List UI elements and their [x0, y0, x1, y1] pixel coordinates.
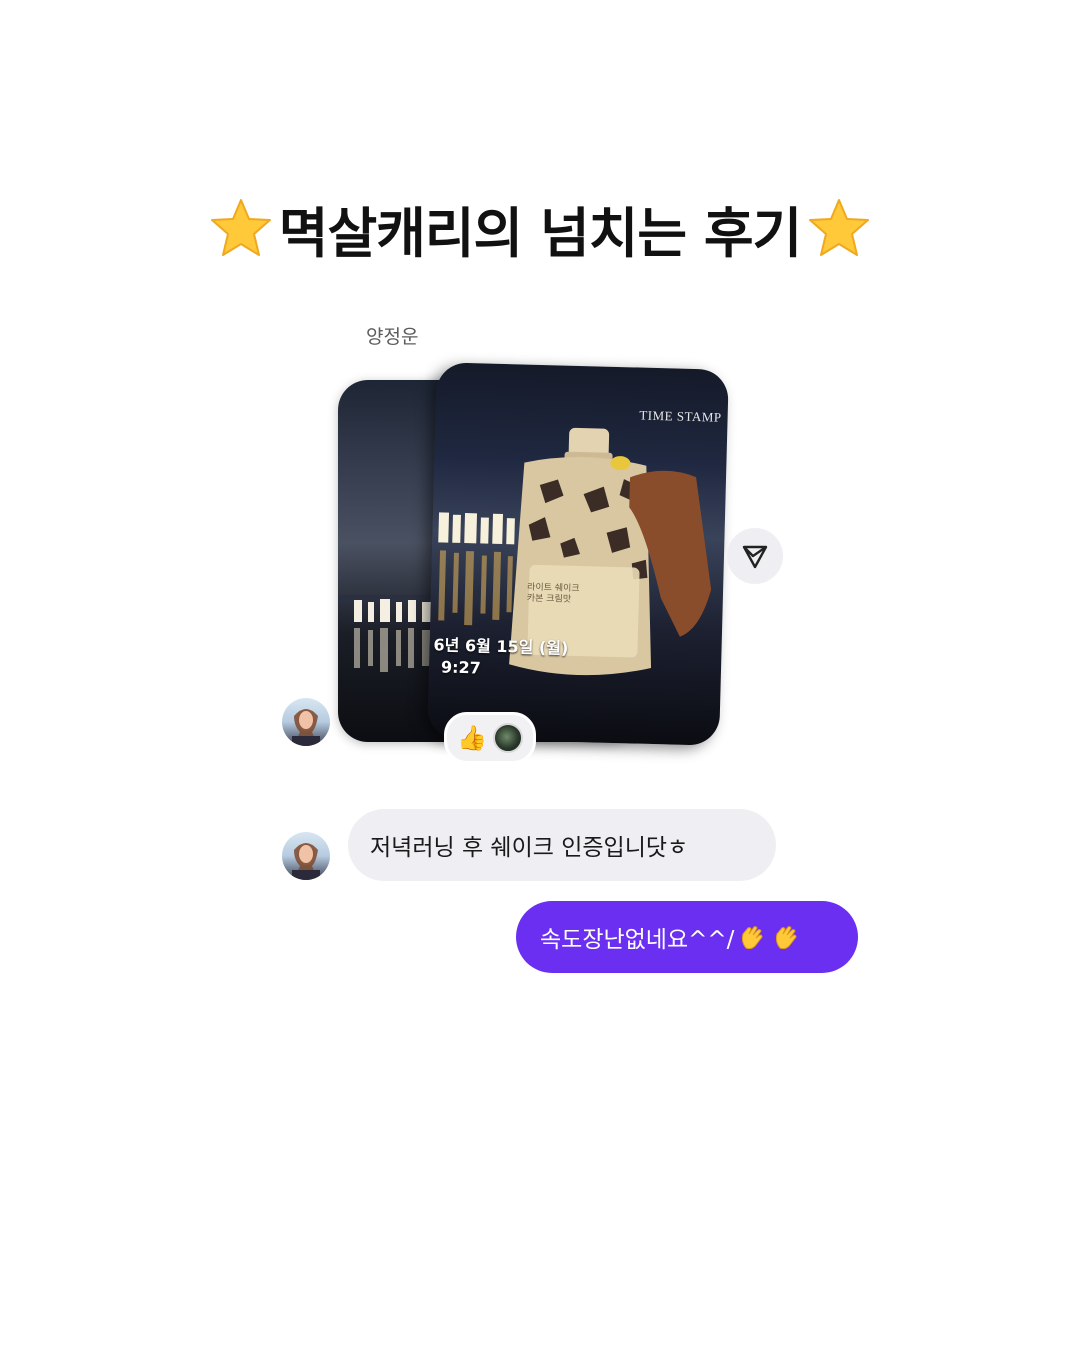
avatar[interactable] [282, 698, 330, 746]
thumbs-up-icon: 👍 [457, 724, 487, 752]
photo-reaction [492, 723, 523, 753]
sender-name: 양정운 [366, 326, 419, 348]
review-post: 멱살캐리의 넘치는 후기 양정운 TIME STAMP 라이트 쉐이크 카본 크… [0, 0, 1080, 1350]
avatar[interactable] [282, 832, 330, 880]
clapping-hands-icon [742, 926, 763, 950]
clapping-hands-icon [776, 926, 797, 950]
shared-photo-front[interactable]: TIME STAMP 라이트 쉐이크 카본 크림맛 6년 6월 15일 (월) … [427, 362, 729, 746]
pouch-label: 라이트 쉐이크 카본 크림맛 [526, 582, 580, 605]
incoming-message-bubble[interactable]: 저녁러닝 후 쉐이크 인증입니닷ㅎ [348, 809, 776, 881]
message-reactions[interactable]: 👍 [444, 712, 536, 764]
share-button[interactable] [727, 528, 783, 584]
headline-text: 멱살캐리의 넘치는 후기 [278, 201, 802, 265]
headline: 멱살캐리의 넘치는 후기 [0, 188, 1080, 268]
message-text: 속도장난없네요^^/ [540, 927, 735, 953]
star-icon [210, 199, 271, 256]
message-text: 저녁러닝 후 쉐이크 인증입니닷ㅎ [370, 835, 689, 861]
star-icon [809, 199, 870, 256]
timestamp-watermark: TIME STAMP [639, 407, 722, 425]
photo-time: 9:27 [440, 657, 482, 678]
send-icon [742, 545, 768, 569]
outgoing-message-bubble[interactable]: 속도장난없네요^^/ [516, 901, 858, 973]
photo-timestamp: 6년 6월 15일 (월) 9:27 [433, 634, 569, 682]
